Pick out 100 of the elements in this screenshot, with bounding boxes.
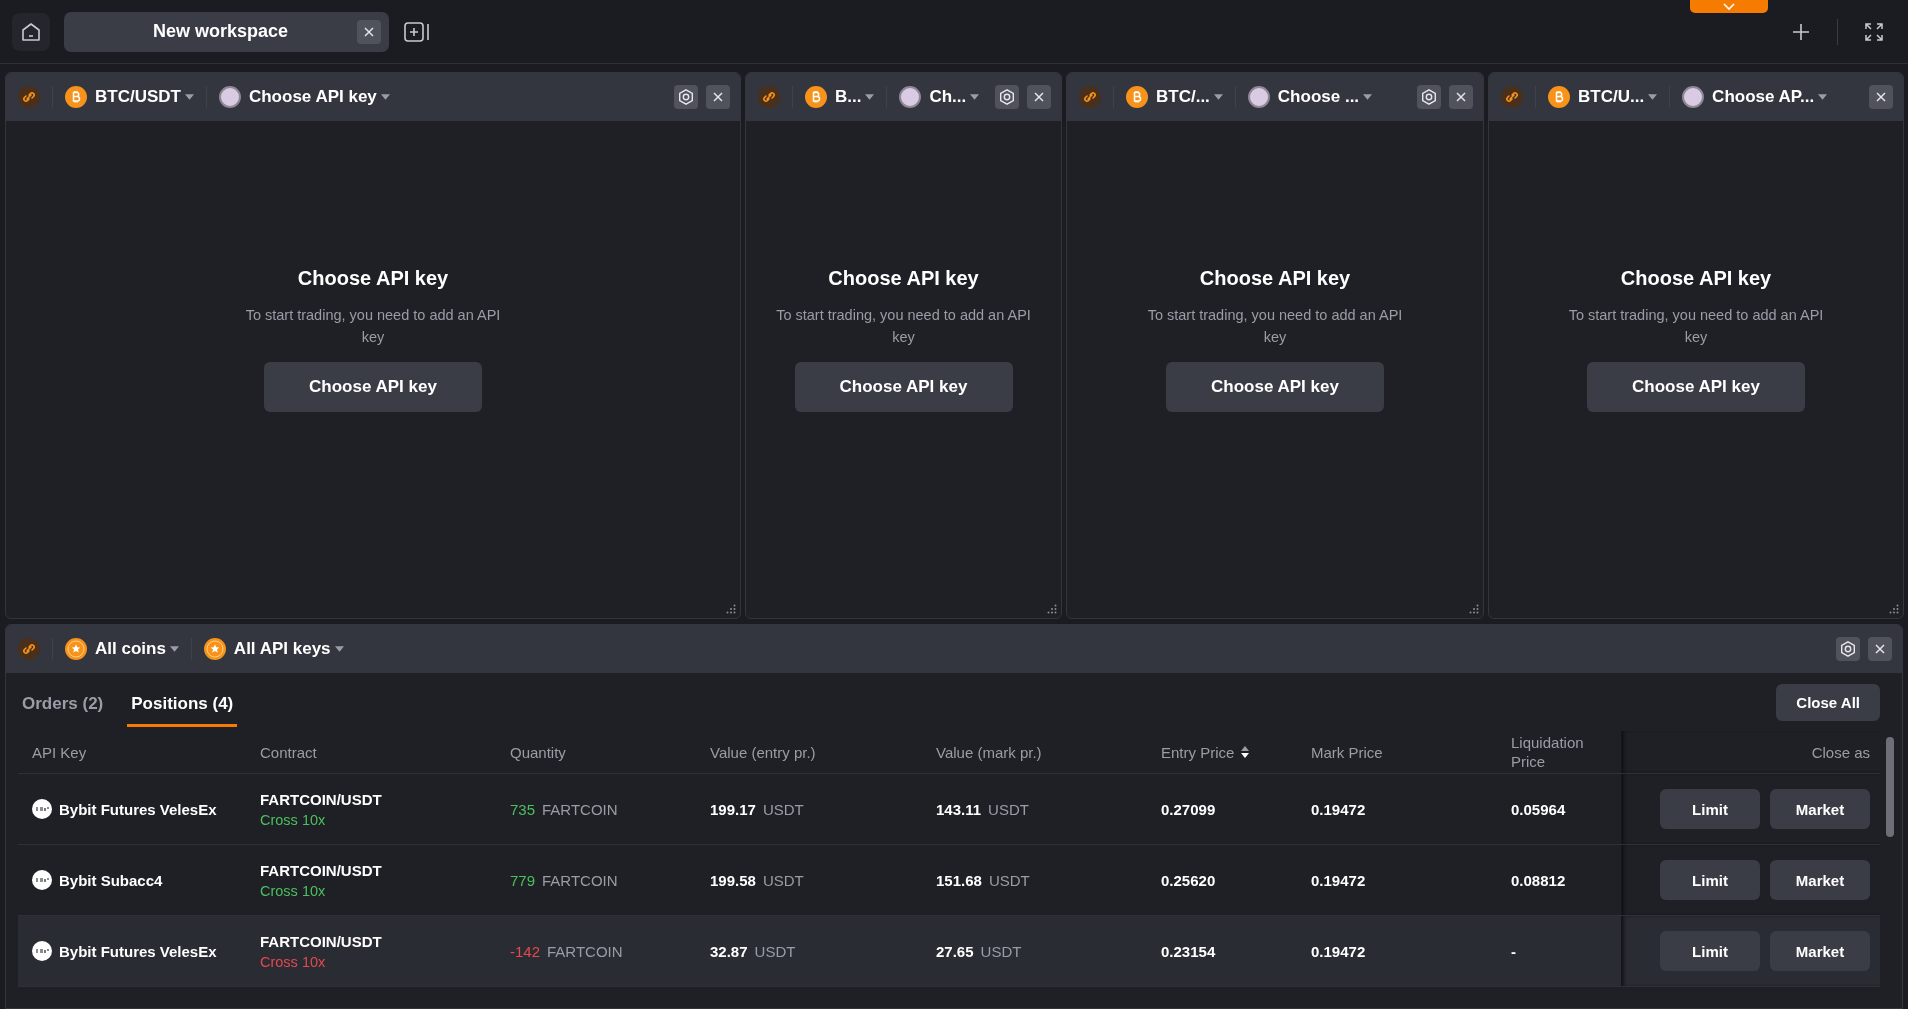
scrollbar[interactable] xyxy=(1886,737,1894,837)
avatar-icon xyxy=(218,86,241,108)
empty-state-description: To start trading, you need to add an API key xyxy=(244,306,502,347)
caret-icon xyxy=(184,94,194,100)
quantity-value: -142 xyxy=(510,942,541,960)
resize-handle-icon[interactable] xyxy=(726,604,736,614)
link-icon[interactable] xyxy=(1079,86,1101,108)
close-button[interactable] xyxy=(357,19,381,44)
close-button[interactable] xyxy=(1869,85,1893,109)
settings-button[interactable] xyxy=(1836,637,1860,661)
star-coin-icon xyxy=(203,638,226,660)
link-icon[interactable] xyxy=(758,86,780,108)
tab[interactable]: Orders (2) xyxy=(18,683,108,727)
fullscreen-icon[interactable] xyxy=(1864,21,1884,42)
close-button[interactable] xyxy=(1027,85,1051,109)
column-header: API Key xyxy=(32,743,87,761)
caret-icon xyxy=(1213,94,1223,100)
caret-icon xyxy=(1363,94,1373,100)
sort-icon[interactable] xyxy=(1241,746,1250,758)
settings-icon xyxy=(1420,88,1438,106)
caret-icon xyxy=(865,94,875,100)
link-icon[interactable] xyxy=(18,638,40,660)
star-coin-icon xyxy=(65,638,87,660)
liquidation-price: 0.08812 xyxy=(1511,871,1566,889)
settings-button[interactable] xyxy=(674,85,698,109)
column-header: Quantity xyxy=(510,743,566,761)
bitcoin-icon xyxy=(65,86,87,108)
pair-selector[interactable]: BTC/USDT xyxy=(95,87,181,107)
caret-icon xyxy=(334,646,344,652)
coins-filter[interactable]: All coins xyxy=(95,639,166,659)
add-icon[interactable] xyxy=(1791,21,1811,42)
close-order-button[interactable]: Limit xyxy=(1660,931,1760,971)
api-key-selector[interactable]: Choose ... xyxy=(1277,87,1360,107)
empty-state-title: Choose API key xyxy=(1620,267,1772,290)
contract-name: FARTCOIN/USDT xyxy=(260,932,382,950)
margin-mode: Cross 10x xyxy=(260,811,326,828)
collapse-handle[interactable] xyxy=(1690,0,1768,13)
quantity-value: 779 xyxy=(510,871,536,889)
api-key-name: Bybit Futures VelesEx xyxy=(59,800,217,818)
entry-value: 199.17 xyxy=(710,800,756,818)
liquidation-price: 0.05964 xyxy=(1511,800,1566,818)
column-header: Value (entry pr.) xyxy=(710,743,816,761)
chevron-down-icon xyxy=(1723,2,1735,11)
empty-state-title: Choose API key xyxy=(1199,267,1351,290)
close-order-button[interactable]: Market xyxy=(1770,789,1870,829)
resize-handle-icon[interactable] xyxy=(1469,604,1479,614)
pair-selector[interactable]: BTC/... xyxy=(1156,87,1210,107)
currency-unit: USDT xyxy=(754,942,796,960)
caret-icon xyxy=(380,94,390,100)
empty-state-description: To start trading, you need to add an API key xyxy=(776,306,1031,347)
mark-value: 151.68 xyxy=(936,871,982,889)
close-order-button[interactable]: Limit xyxy=(1660,789,1760,829)
settings-button[interactable] xyxy=(1417,85,1441,109)
workspace-tab[interactable]: New workspace xyxy=(64,11,389,52)
choose-api-key-button[interactable]: Choose API key xyxy=(264,362,482,412)
close-order-button[interactable]: Market xyxy=(1770,931,1870,971)
quantity-value: 735 xyxy=(510,800,536,818)
entry-value: 32.87 xyxy=(710,942,748,960)
close-order-button[interactable]: Limit xyxy=(1660,860,1760,900)
add-panel-icon[interactable] xyxy=(403,19,431,44)
margin-mode: Cross 10x xyxy=(260,953,326,970)
bitcoin-icon xyxy=(1548,86,1570,108)
api-key-selector[interactable]: Choose AP... xyxy=(1712,87,1815,107)
column-header: Liquidation Price xyxy=(1511,733,1585,771)
empty-state-description: To start trading, you need to add an API key xyxy=(1567,306,1825,347)
api-key-selector[interactable]: Choose API key xyxy=(248,87,377,107)
resize-handle-icon[interactable] xyxy=(1047,604,1057,614)
mark-value: 27.65 xyxy=(936,942,974,960)
settings-icon xyxy=(677,88,695,106)
currency-unit: USDT xyxy=(762,871,804,889)
close-all-button[interactable]: Close All xyxy=(1776,683,1880,721)
link-icon[interactable] xyxy=(18,86,40,108)
choose-api-key-button[interactable]: Choose API key xyxy=(1587,362,1805,412)
currency-unit: USDT xyxy=(988,871,1030,889)
mark-price: 0.19472 xyxy=(1311,800,1366,818)
quantity-unit: FARTCOIN xyxy=(542,800,618,818)
tab[interactable]: Positions (4) xyxy=(127,683,238,727)
api-key-name: Bybit Subacc4 xyxy=(59,871,163,889)
api-key-selector[interactable]: Ch... xyxy=(929,87,967,107)
home-button[interactable] xyxy=(12,12,50,51)
choose-api-key-button[interactable]: Choose API key xyxy=(1166,362,1384,412)
currency-unit: USDT xyxy=(988,800,1029,818)
close-button[interactable] xyxy=(1868,637,1892,661)
settings-icon xyxy=(1839,640,1857,658)
choose-api-key-button[interactable]: Choose API key xyxy=(794,362,1013,412)
entry-value: 199.58 xyxy=(710,871,756,889)
link-icon[interactable] xyxy=(1501,86,1523,108)
close-button[interactable] xyxy=(706,85,730,109)
close-order-button[interactable]: Market xyxy=(1770,860,1870,900)
settings-button[interactable] xyxy=(995,85,1020,109)
contract-name: FARTCOIN/USDT xyxy=(260,861,382,879)
column-header[interactable]: Entry Price xyxy=(1161,743,1235,761)
caret-icon xyxy=(1648,94,1658,100)
resize-handle-icon[interactable] xyxy=(1889,604,1899,614)
api-keys-filter[interactable]: All API keys xyxy=(233,639,331,659)
pair-selector[interactable]: BTC/U... xyxy=(1578,87,1645,107)
close-button[interactable] xyxy=(1449,85,1473,109)
column-header: Mark Price xyxy=(1311,743,1383,761)
pair-selector[interactable]: B... xyxy=(835,87,862,107)
quantity-unit: FARTCOIN xyxy=(547,942,623,960)
